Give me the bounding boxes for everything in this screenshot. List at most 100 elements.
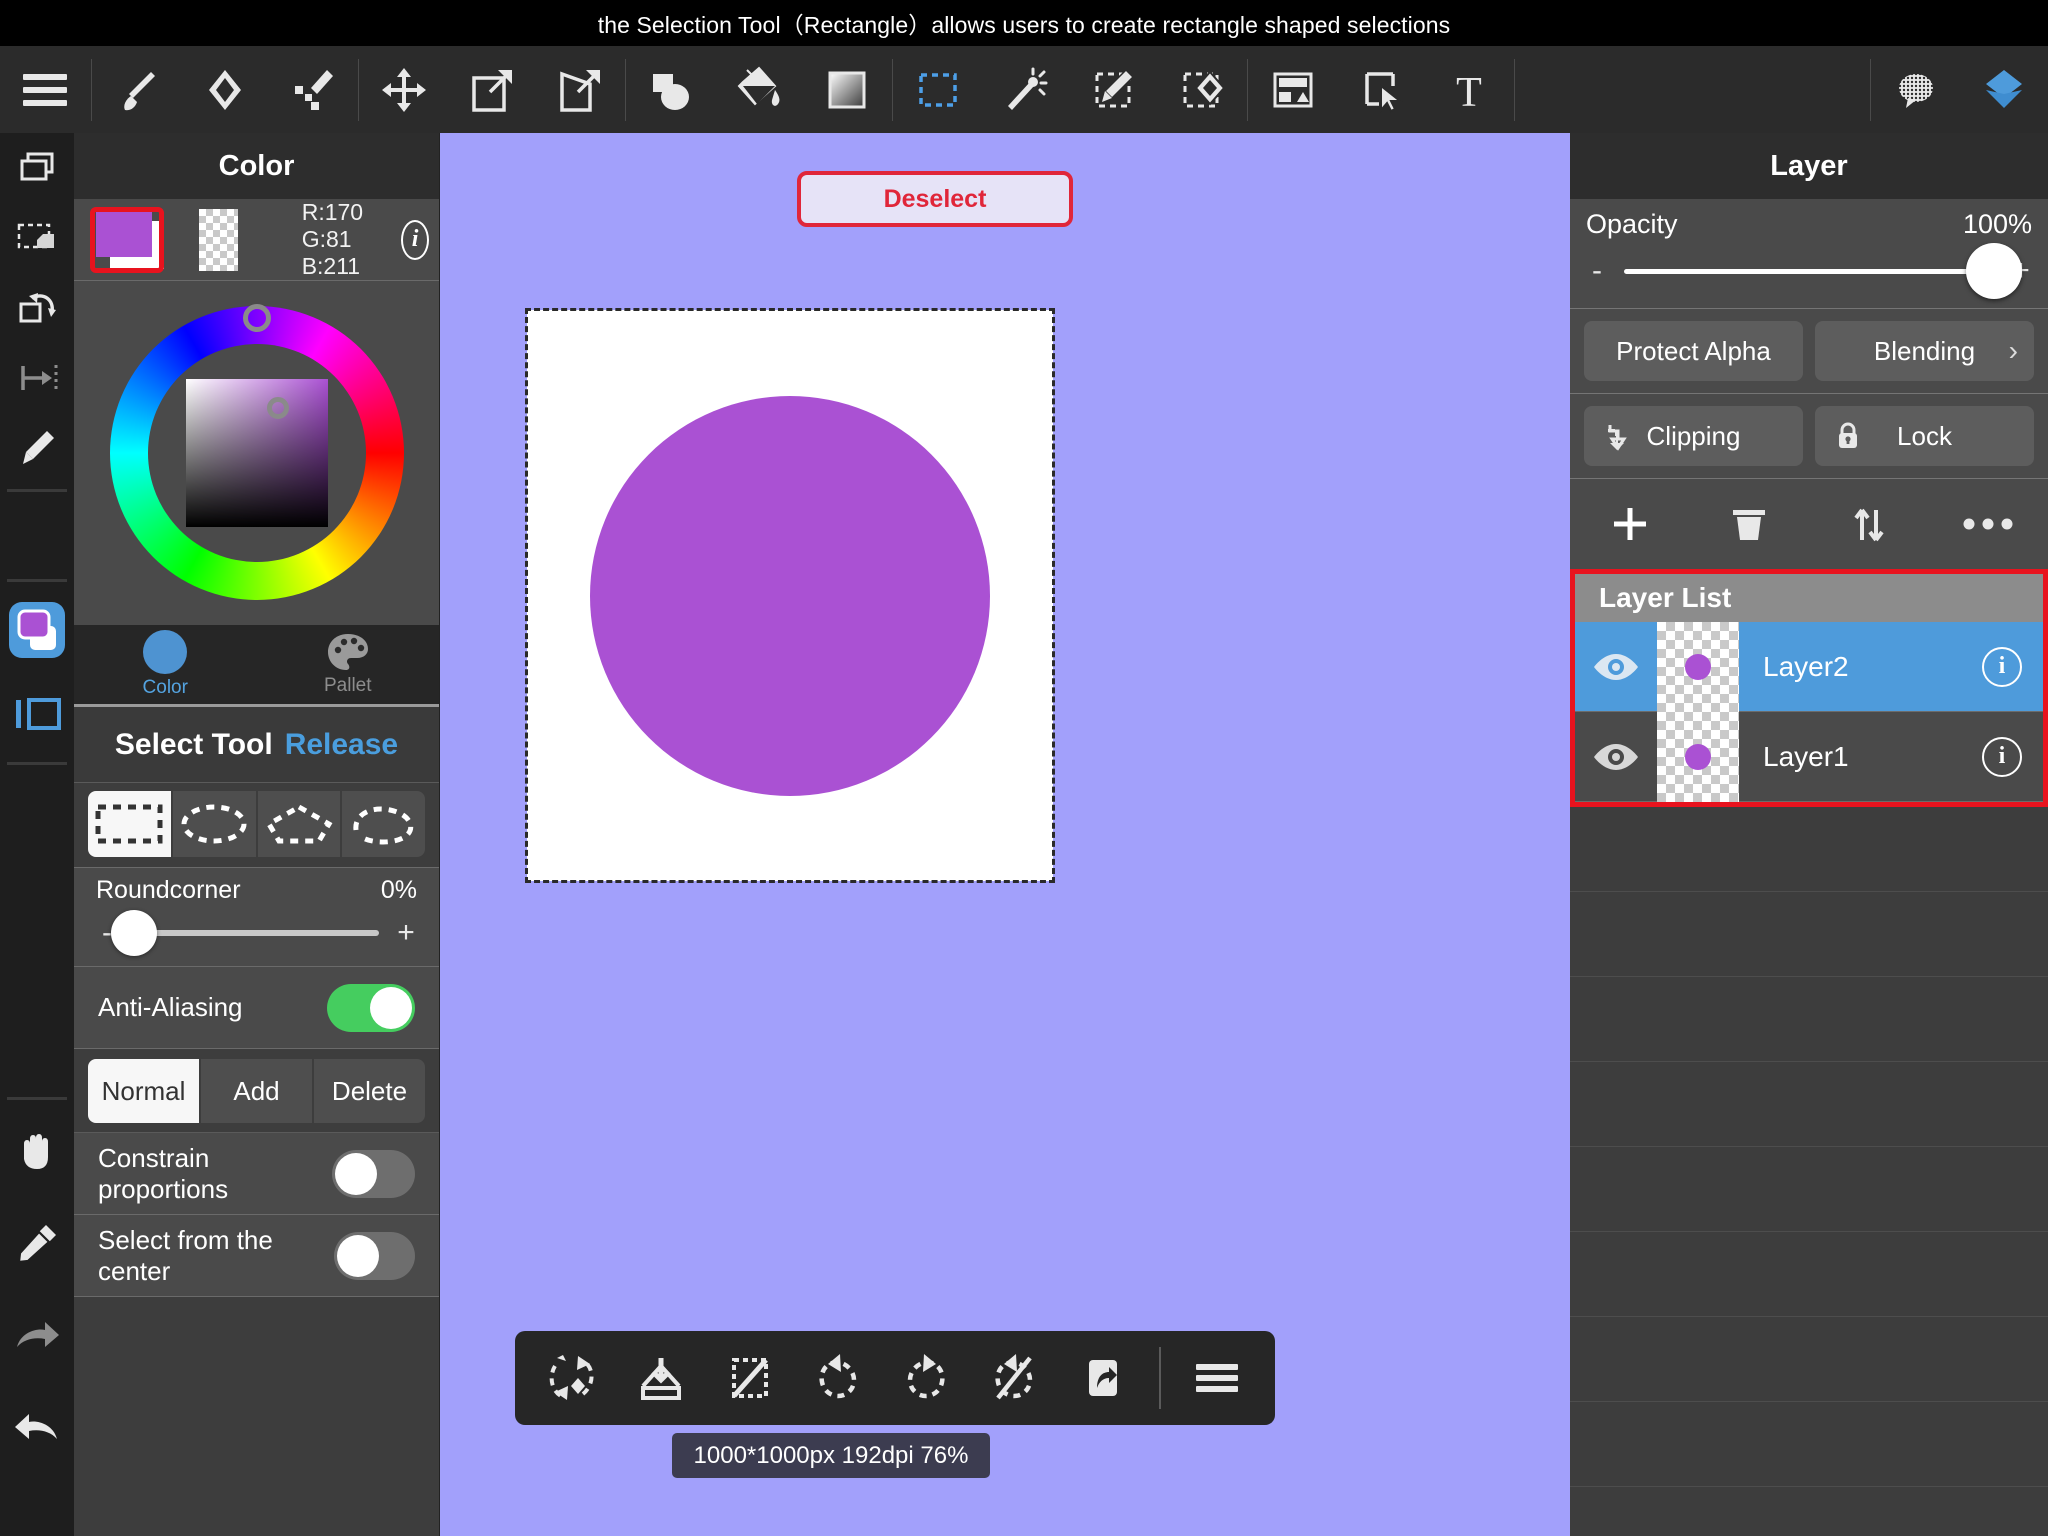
brush-icon[interactable]: [93, 46, 181, 133]
export-selection-icon[interactable]: [1059, 1331, 1147, 1425]
transparent-swatch[interactable]: [199, 208, 238, 271]
layer-row[interactable]: Layer2 i: [1575, 621, 2043, 712]
clear-selection-icon[interactable]: [970, 1331, 1058, 1425]
text-icon[interactable]: T: [1425, 46, 1513, 133]
move-icon[interactable]: [360, 46, 448, 133]
rotate-left-icon[interactable]: [794, 1331, 882, 1425]
add-layer-icon[interactable]: [1570, 479, 1690, 569]
saturation-value-box[interactable]: [185, 379, 328, 527]
selection-dock-toolbar: [515, 1331, 1275, 1425]
object-select-icon[interactable]: [1337, 46, 1425, 133]
redo-icon[interactable]: [0, 1290, 74, 1382]
layer-list-title: Layer List: [1575, 574, 2043, 622]
pen-icon[interactable]: [0, 413, 74, 483]
toolbar-divider: [91, 58, 92, 121]
toolbar-divider: [1514, 58, 1515, 121]
constrain-proportions-toggle[interactable]: [332, 1149, 415, 1198]
layer-visibility-icon[interactable]: [1575, 622, 1657, 712]
foreground-color-swatch[interactable]: [96, 206, 152, 257]
mode-delete-button[interactable]: Delete: [314, 1059, 425, 1123]
pen-path-icon[interactable]: [269, 46, 357, 133]
opacity-slider[interactable]: [1624, 242, 2022, 299]
bucket-fill-icon[interactable]: [715, 46, 803, 133]
layers-icon[interactable]: [1960, 46, 2048, 133]
left-panel-filler: [74, 1297, 439, 1536]
copy-layer-icon[interactable]: [0, 133, 74, 203]
roundcorner-knob[interactable]: [111, 910, 157, 956]
menu-icon[interactable]: [0, 46, 90, 133]
lasso-select-shape[interactable]: [342, 791, 425, 857]
color-swatch-icon[interactable]: [0, 588, 74, 672]
paste-selection-icon[interactable]: [0, 203, 74, 273]
rotate-right-icon[interactable]: [882, 1331, 970, 1425]
empty-layer-slot: [1570, 807, 2048, 892]
color-circle-icon: [143, 630, 188, 674]
layer-info-icon[interactable]: i: [1961, 736, 2043, 777]
select-from-center-toggle[interactable]: [333, 1231, 415, 1280]
color-swatches[interactable]: [96, 206, 164, 273]
rect-select-icon[interactable]: [894, 46, 982, 133]
reorder-layer-icon[interactable]: [1809, 479, 1929, 569]
opacity-minus-button[interactable]: -: [1586, 254, 1608, 288]
delete-layer-icon[interactable]: [1690, 479, 1810, 569]
lock-button[interactable]: Lock: [1815, 406, 2034, 466]
tab-pallet[interactable]: Pallet: [257, 625, 440, 704]
undo-icon[interactable]: [0, 1382, 74, 1474]
release-button[interactable]: Release: [285, 728, 398, 762]
artboard[interactable]: [525, 308, 1055, 883]
layer-info-icon[interactable]: i: [1961, 646, 2043, 687]
transform-selection-icon[interactable]: [529, 1331, 617, 1425]
polygon-select-shape[interactable]: [257, 791, 343, 857]
anti-aliasing-toggle[interactable]: [327, 983, 415, 1032]
more-options-icon[interactable]: [1929, 479, 2048, 569]
save-selection-icon[interactable]: [617, 1331, 705, 1425]
canvas-area[interactable]: Deselect 1000*1000px 192dpi 76%: [440, 133, 1570, 1536]
layer-visibility-icon[interactable]: [1575, 712, 1657, 802]
layer-button-row-2: Clipping Lock: [1570, 394, 2048, 479]
empty-layer-slot: [1570, 1402, 2048, 1487]
shape-icon[interactable]: [627, 46, 715, 133]
eraser-icon[interactable]: [181, 46, 269, 133]
layer-row[interactable]: Layer1 i: [1575, 711, 2043, 802]
dock-menu-icon[interactable]: [1173, 1331, 1261, 1425]
select-eraser-icon[interactable]: [1158, 46, 1246, 133]
comment-icon[interactable]: [1872, 46, 1960, 133]
purple-circle-shape[interactable]: [590, 395, 990, 796]
clipping-button[interactable]: Clipping: [1584, 406, 1803, 466]
materials-icon[interactable]: [1249, 46, 1337, 133]
flip-icon[interactable]: [0, 343, 74, 413]
gradient-icon[interactable]: [803, 46, 891, 133]
top-toolbar: T: [0, 46, 2048, 133]
panel-toggle-icon[interactable]: [0, 672, 74, 756]
transform-icon[interactable]: [448, 46, 536, 133]
hand-icon[interactable]: [0, 1106, 74, 1198]
rect-select-shape[interactable]: [88, 791, 173, 857]
protect-alpha-button[interactable]: Protect Alpha: [1584, 321, 1803, 381]
deselect-button[interactable]: Deselect: [797, 171, 1073, 227]
color-info-icon[interactable]: i: [401, 219, 429, 260]
tab-color[interactable]: Color: [74, 625, 257, 704]
sv-knob[interactable]: [266, 397, 289, 419]
rotate-icon[interactable]: [0, 273, 74, 343]
rgb-g: G:81: [301, 226, 352, 252]
mode-add-button[interactable]: Add: [201, 1059, 314, 1123]
empty-layer-slot: [1570, 1062, 2048, 1147]
select-pen-icon[interactable]: [1070, 46, 1158, 133]
rail-divider: [7, 489, 67, 492]
rail-divider: [7, 762, 67, 765]
selection-mode-row: Normal Add Delete: [74, 1049, 439, 1133]
roundcorner-slider[interactable]: [111, 910, 379, 956]
opacity-knob[interactable]: [1966, 242, 2022, 299]
select-from-center-label: Select from the center: [98, 1224, 273, 1286]
blending-button[interactable]: Blending ›: [1815, 321, 2034, 381]
magic-wand-icon[interactable]: [982, 46, 1070, 133]
ellipse-select-shape[interactable]: [172, 791, 258, 857]
app-root: the Selection Tool（Rectangle）allows user…: [0, 0, 2048, 1536]
constrain-proportions-row: Constrain proportions: [74, 1133, 439, 1215]
eyedropper-icon[interactable]: [0, 1198, 74, 1290]
distort-icon[interactable]: [536, 46, 624, 133]
mode-normal-button[interactable]: Normal: [88, 1059, 201, 1123]
roundcorner-plus-button[interactable]: +: [395, 916, 417, 950]
invert-selection-icon[interactable]: [706, 1331, 794, 1425]
hue-knob[interactable]: [242, 304, 271, 332]
